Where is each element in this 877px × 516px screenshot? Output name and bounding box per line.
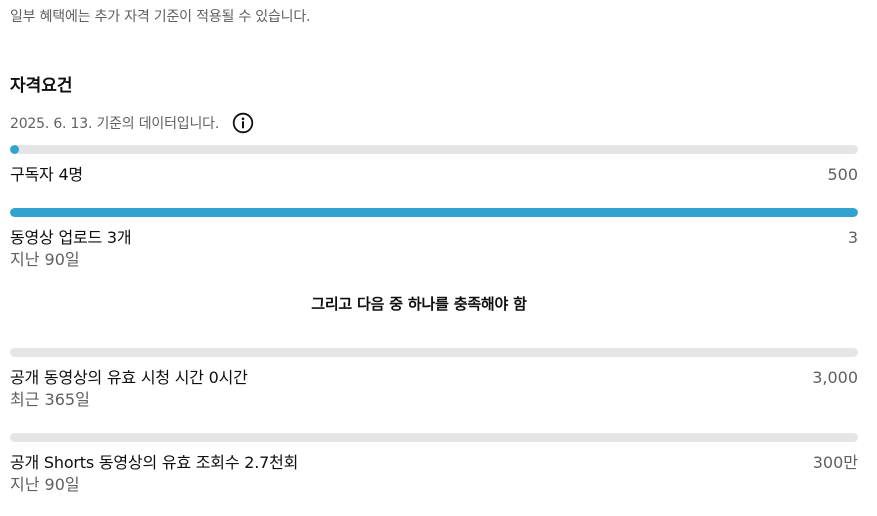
uploads-progress-bar [10, 208, 858, 217]
uploads-row: 동영상 업로드 3개 3 [10, 228, 858, 248]
watch-hours-row: 공개 동영상의 유효 시청 시간 0시간 3,000 [10, 368, 858, 388]
requirement-shorts-views: 공개 Shorts 동영상의 유효 조회수 2.7천회 300만 지난 90일 [10, 433, 858, 495]
subscribers-target: 500 [827, 165, 858, 184]
uploads-label: 동영상 업로드 3개 [10, 228, 132, 247]
data-date-text: 2025. 6. 13. 기준의 데이터입니다. [10, 116, 220, 132]
shorts-views-progress-bar [10, 433, 858, 442]
shorts-views-label: 공개 Shorts 동영상의 유효 조회수 2.7천회 [10, 453, 299, 472]
shorts-views-row: 공개 Shorts 동영상의 유효 조회수 2.7천회 300만 [10, 453, 858, 473]
requirement-uploads: 동영상 업로드 3개 3 지난 90일 [10, 208, 858, 270]
requirement-subscribers: 구독자 4명 500 [10, 145, 858, 185]
info-icon[interactable] [232, 112, 254, 134]
watch-hours-progress-bar [10, 348, 858, 357]
section-title: 자격요건 [10, 76, 73, 96]
watch-hours-period: 최근 365일 [10, 390, 90, 409]
uploads-progress-fill [10, 208, 858, 217]
or-condition-text: 그리고 다음 중 하나를 충족해야 함 [311, 295, 527, 313]
uploads-period: 지난 90일 [10, 250, 80, 269]
watch-hours-label: 공개 동영상의 유효 시청 시간 0시간 [10, 368, 248, 387]
subscribers-label: 구독자 4명 [10, 165, 83, 184]
shorts-views-target: 300만 [812, 453, 858, 472]
subscribers-progress-bar [10, 145, 858, 154]
watch-hours-target: 3,000 [812, 368, 858, 387]
data-date-row: 2025. 6. 13. 기준의 데이터입니다. [10, 110, 254, 136]
uploads-target: 3 [847, 228, 858, 247]
subscribers-row: 구독자 4명 500 [10, 165, 858, 185]
shorts-views-period: 지난 90일 [10, 475, 80, 494]
subscribers-progress-fill [10, 145, 19, 154]
requirement-watch-hours: 공개 동영상의 유효 시청 시간 0시간 3,000 최근 365일 [10, 348, 858, 410]
eligibility-notice: 일부 혜택에는 추가 자격 기준이 적용될 수 있습니다. [10, 9, 311, 25]
